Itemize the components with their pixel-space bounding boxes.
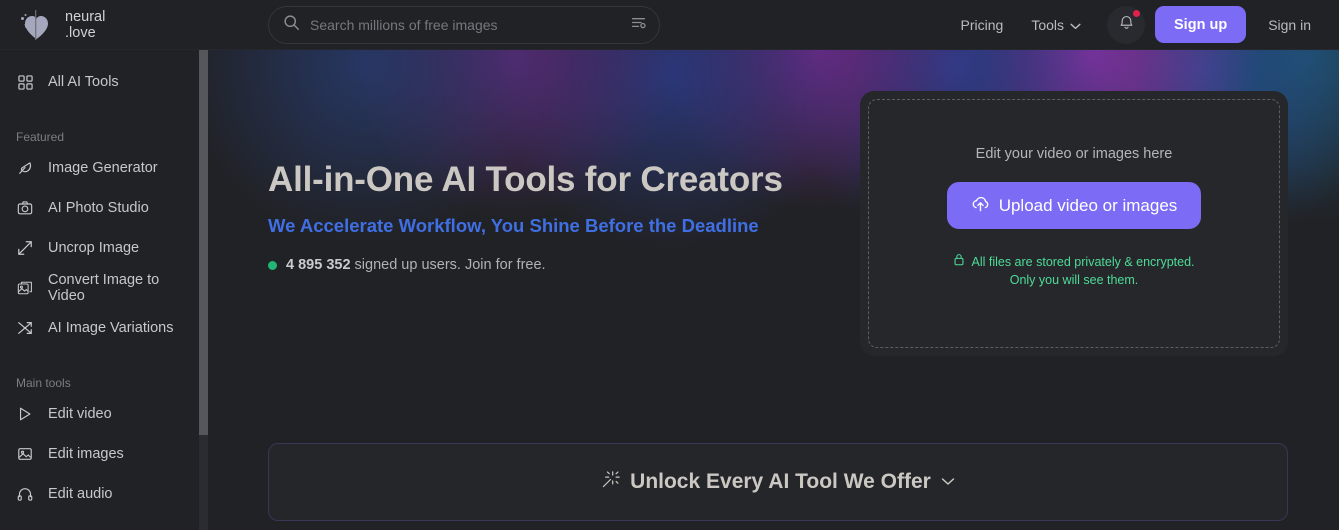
signed-up-users-stat: 4 895 352 signed up users. Join for free… <box>268 257 828 273</box>
unlock-tools-card[interactable]: Unlock Every AI Tool We Offer <box>268 443 1288 521</box>
notifications-button[interactable] <box>1107 5 1146 44</box>
hero-section: All-in-One AI Tools for Creators We Acce… <box>208 50 1339 433</box>
sidebar-item-label: Convert Image to Video <box>48 272 160 304</box>
image-icon <box>16 445 34 463</box>
sidebar-item-all-ai-tools[interactable]: All AI Tools <box>0 62 208 102</box>
sidebar-item-image-generator[interactable]: Image Generator <box>0 148 208 188</box>
sidebar-section-main-tools: Main tools <box>16 376 71 390</box>
sign-up-button[interactable]: Sign up <box>1155 6 1247 43</box>
status-dot-icon <box>268 260 277 270</box>
nav-link-tools[interactable]: Tools <box>1017 17 1095 33</box>
upload-dropzone-container[interactable]: Edit your video or images here Upload vi… <box>860 91 1288 356</box>
sidebar-item-label: AI Image Variations <box>48 320 174 336</box>
sign-in-link[interactable]: Sign in <box>1246 17 1321 33</box>
sidebar-item-convert-image-to-video[interactable]: Convert Image to Video <box>0 268 208 308</box>
heart-logo-icon <box>16 8 56 42</box>
page-title: All-in-One AI Tools for Creators <box>268 160 783 199</box>
sidebar-scrollbar-thumb[interactable] <box>199 50 208 435</box>
search-icon <box>283 14 300 36</box>
grid-icon <box>16 73 34 91</box>
sidebar-items: All AI Tools Featured Image Generator AI… <box>0 50 208 514</box>
user-count-suffix: signed up users. Join for free. <box>354 257 546 273</box>
brand-name-line1: neural <box>65 8 106 25</box>
sidebar-item-label: AI Photo Studio <box>48 200 149 216</box>
search-input[interactable] <box>310 16 620 33</box>
main-content: All-in-One AI Tools for Creators We Acce… <box>208 50 1339 530</box>
sidebar-top-gap <box>0 50 208 62</box>
bell-icon <box>1118 14 1135 36</box>
sidebar-item-ai-image-variations[interactable]: AI Image Variations <box>0 308 208 348</box>
search-container <box>268 5 660 44</box>
magic-wand-icon <box>601 470 620 494</box>
sidebar: All AI Tools Featured Image Generator AI… <box>0 50 208 530</box>
upload-button[interactable]: Upload video or images <box>946 182 1202 229</box>
sidebar-item-label: Image Generator <box>48 160 158 176</box>
chevron-down-icon <box>1070 17 1081 33</box>
brand-logo[interactable]: neural .love <box>0 8 208 42</box>
nav-link-tools-label: Tools <box>1031 16 1065 33</box>
unlock-tools-label: Unlock Every AI Tool We Offer <box>630 470 931 493</box>
feather-pen-icon <box>16 159 34 177</box>
privacy-line-2: Only you will see them. <box>1009 273 1139 287</box>
top-navigation-bar: neural .love Search millions of free ima… <box>0 0 1339 50</box>
headphones-icon <box>16 485 34 503</box>
image-to-video-icon <box>16 279 34 297</box>
brand-name-line2: .love <box>65 24 96 41</box>
brand-name: neural .love <box>65 9 105 41</box>
sidebar-scrollbar[interactable] <box>199 50 208 530</box>
camera-icon <box>16 199 34 217</box>
hero-text-block: All-in-One AI Tools for Creators We Acce… <box>268 158 828 273</box>
shuffle-icon <box>16 319 34 337</box>
sidebar-section-featured: Featured <box>16 130 65 144</box>
chevron-down-icon <box>941 473 955 491</box>
expand-arrows-icon <box>16 239 34 257</box>
sidebar-item-label: Edit audio <box>48 486 113 502</box>
sidebar-item-edit-images[interactable]: Edit images <box>0 434 208 474</box>
privacy-notice: All files are stored privately & encrypt… <box>953 253 1195 289</box>
sidebar-item-edit-audio[interactable]: Edit audio <box>0 474 208 514</box>
search-bar[interactable] <box>268 5 660 44</box>
sidebar-item-label: Edit images <box>48 446 124 462</box>
privacy-line-1: All files are stored privately & encrypt… <box>971 255 1195 269</box>
filter-settings-icon[interactable] <box>630 14 647 36</box>
unlock-tools-inner: Unlock Every AI Tool We Offer <box>601 470 955 494</box>
sidebar-item-edit-video[interactable]: Edit video <box>0 394 208 434</box>
sidebar-item-uncrop-image[interactable]: Uncrop Image <box>0 228 208 268</box>
dropzone-title: Edit your video or images here <box>975 146 1173 162</box>
nav-right-group: Pricing Tools Sign up Sign in <box>947 5 1339 44</box>
sidebar-item-label: All AI Tools <box>48 74 119 90</box>
sidebar-item-label: Uncrop Image <box>48 240 140 256</box>
upload-button-label: Upload video or images <box>998 195 1178 215</box>
app-root: neural .love Search millions of free ima… <box>0 0 1339 530</box>
nav-link-pricing[interactable]: Pricing <box>947 17 1018 33</box>
upload-dropzone[interactable]: Edit your video or images here Upload vi… <box>868 99 1280 348</box>
user-count-value: 4 895 352 <box>286 257 351 273</box>
sidebar-item-label: Edit video <box>48 406 112 422</box>
lock-icon <box>953 253 965 271</box>
hero-subtitle: We Accelerate Workflow, You Shine Before… <box>268 215 759 236</box>
play-triangle-icon <box>16 405 34 423</box>
sidebar-item-ai-photo-studio[interactable]: AI Photo Studio <box>0 188 208 228</box>
cloud-upload-icon <box>971 194 990 218</box>
notification-dot <box>1133 9 1141 17</box>
